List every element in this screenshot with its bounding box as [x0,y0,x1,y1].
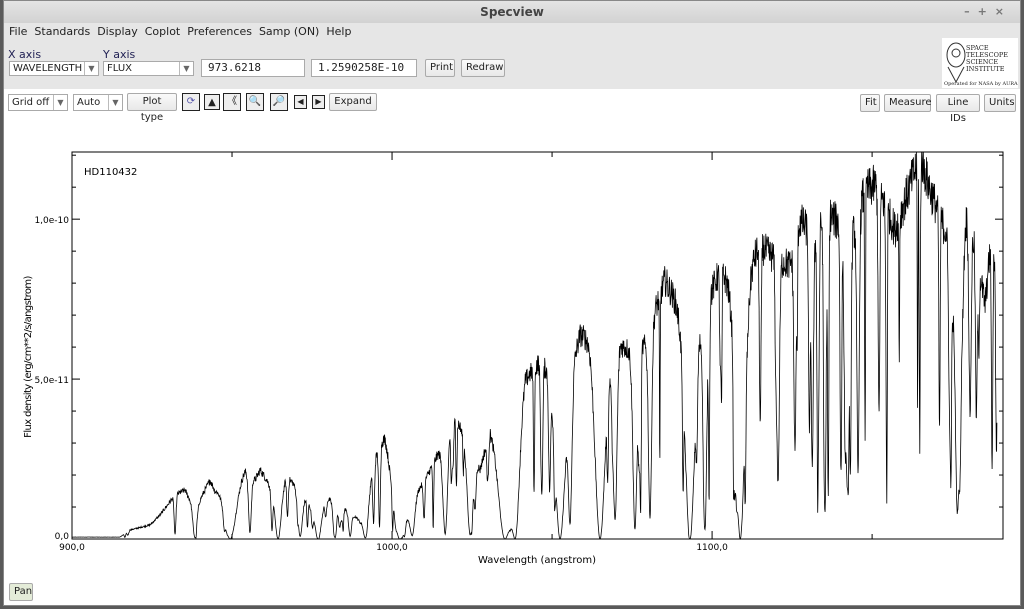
menu-samp[interactable]: Samp (ON) [259,25,319,38]
menu-help[interactable]: Help [326,25,351,38]
chevron-down-icon: ▼ [108,95,122,110]
cursor-y-field[interactable]: 1.2590258E-10 [311,59,417,77]
scroll-left-icon[interactable]: ◀ [294,95,307,109]
menu-file[interactable]: File [9,25,27,38]
fit-button[interactable]: Fit [860,94,880,112]
menu-preferences[interactable]: Preferences [187,25,252,38]
scale-value: Auto [77,97,101,108]
menu-bar: File Standards Display Coplot Preference… [9,25,351,38]
grid-value: Grid off [12,97,50,108]
zoom-out-icon[interactable]: 🔍 [246,93,264,111]
refresh-icon[interactable]: ⟳ [182,93,200,111]
chevron-down-icon: ▼ [179,62,193,75]
y-axis-label: Y axis [103,48,136,61]
chevron-down-icon: ▼ [84,62,98,75]
cursor-x-field[interactable]: 973.6218 [201,59,305,77]
title-bar: Specview –+× [4,1,1020,23]
chevron-down-icon: ▼ [53,95,67,110]
print-button[interactable]: Print [425,59,455,77]
back-icon[interactable]: 《 [223,93,241,111]
scroll-right-icon[interactable]: ▶ [312,95,325,109]
menu-coplot[interactable]: Coplot [145,25,181,38]
redraw-button[interactable]: Redraw [461,59,505,77]
plot-type-button[interactable]: Plot type [127,93,177,123]
window-title: Specview [480,5,544,19]
grid-select[interactable]: Grid off ▼ [8,94,68,111]
x-axis-value: WAVELENGTH [13,63,83,74]
window-controls[interactable]: –+× [964,1,1012,23]
y-axis-select[interactable]: FLUX ▼ [103,61,194,76]
y-axis-value: FLUX [107,63,132,74]
units-button[interactable]: Units [984,94,1016,112]
zoom-in-icon[interactable]: 🔎 [270,93,288,111]
specview-window: Specview –+× File Standards Display Copl… [3,0,1021,606]
scale-select[interactable]: Auto ▼ [73,94,123,111]
x-axis-select[interactable]: WAVELENGTH ▼ [9,61,99,76]
x-axis-label: X axis [8,48,42,61]
menu-standards[interactable]: Standards [34,25,90,38]
menu-display[interactable]: Display [97,25,138,38]
logo-emblem-icon [946,42,966,83]
home-icon[interactable]: ▲ [204,94,220,110]
expand-button[interactable]: Expand [329,93,377,111]
stsci-logo: SPACE TELESCOPE SCIENCE INSTITUTE Operated … [942,38,1018,88]
measure-button[interactable]: Measure [884,94,932,112]
pan-button[interactable]: Pan [9,583,33,601]
line-ids-button[interactable]: Line IDs [936,94,980,124]
top-toolbar: File Standards Display Coplot Preference… [4,23,1020,89]
